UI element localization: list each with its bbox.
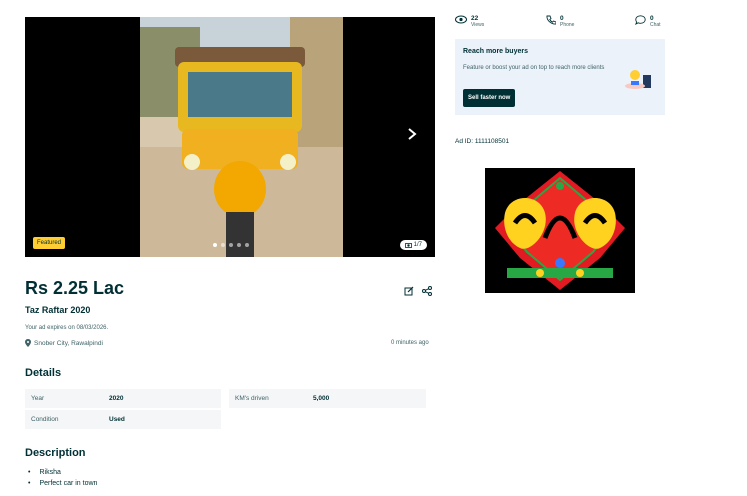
listing-photo[interactable] <box>140 17 343 257</box>
phone-stat: 0 Phone <box>546 15 574 28</box>
image-pagination-dots[interactable] <box>213 243 249 247</box>
featured-badge: Featured <box>33 237 66 249</box>
listing-location: Snober City, Rawalpindi <box>25 339 103 347</box>
details-heading: Details <box>25 367 62 379</box>
pagination-dot[interactable] <box>213 243 217 247</box>
image-counter: 1/7 <box>399 240 427 250</box>
description-item: Perfect car in town <box>28 480 97 487</box>
ad-stats: 22 Views 0 Phone 0 Chat <box>455 15 665 35</box>
pagination-dot[interactable] <box>221 243 225 247</box>
advertisement-image <box>485 168 635 293</box>
detail-year: Year 2020 <box>25 389 221 408</box>
promo-card: Reach more buyers Feature or boost your … <box>455 39 665 115</box>
views-stat: 22 Views <box>455 15 484 28</box>
listing-actions <box>404 283 432 301</box>
share-icon <box>422 286 432 296</box>
listing-title: Taz Raftar 2020 <box>25 305 91 315</box>
views-count: 22 <box>471 15 479 22</box>
description-list: Riksha Perfect car in town <box>28 469 97 491</box>
chevron-right-icon <box>408 128 417 140</box>
detail-value: 5,000 <box>313 395 330 402</box>
pagination-dot[interactable] <box>237 243 241 247</box>
pagination-dot[interactable] <box>229 243 233 247</box>
ad-expiry-text: Your ad expires on 08/03/2026. <box>25 325 109 331</box>
edit-button[interactable] <box>404 283 414 301</box>
detail-label: Condition <box>31 416 59 423</box>
views-label: Views <box>471 22 485 28</box>
promo-text: Feature or boost your ad on top to reach… <box>463 65 605 71</box>
eye-icon <box>455 15 467 24</box>
camera-icon <box>404 243 412 248</box>
detail-condition: Condition Used <box>25 410 221 429</box>
promo-illustration <box>625 70 651 89</box>
chat-stat: 0 Chat <box>635 15 661 28</box>
phone-count: 0 <box>560 15 564 22</box>
next-image-arrow[interactable] <box>407 127 417 146</box>
ad-id: Ad ID: 1111108501 <box>455 138 510 145</box>
image-counter-text: 1/7 <box>413 242 422 248</box>
pagination-dot[interactable] <box>245 243 249 247</box>
detail-value: 2020 <box>109 395 124 402</box>
description-heading: Description <box>25 447 86 459</box>
posted-time: 0 minutes ago <box>391 340 429 346</box>
detail-km-driven: KM's driven 5,000 <box>229 389 426 408</box>
image-gallery[interactable]: Featured 1/7 <box>25 17 435 257</box>
detail-value: Used <box>109 416 125 423</box>
location-text: Snober City, Rawalpindi <box>34 339 103 347</box>
sell-faster-button[interactable]: Sell faster now <box>463 89 516 107</box>
phone-icon <box>546 15 556 25</box>
edit-icon <box>404 286 414 296</box>
share-button[interactable] <box>422 283 432 301</box>
chat-label: Chat <box>650 22 661 28</box>
location-pin-icon <box>25 339 31 347</box>
chat-count: 0 <box>650 15 654 22</box>
detail-label: KM's driven <box>235 395 269 402</box>
detail-label: Year <box>31 395 45 402</box>
listing-price: Rs 2.25 Lac <box>25 278 125 298</box>
description-item: Riksha <box>28 469 97 476</box>
advertisement-banner[interactable] <box>485 168 635 293</box>
chat-icon <box>635 15 646 25</box>
promo-title: Reach more buyers <box>463 48 528 55</box>
phone-label: Phone <box>560 22 575 28</box>
